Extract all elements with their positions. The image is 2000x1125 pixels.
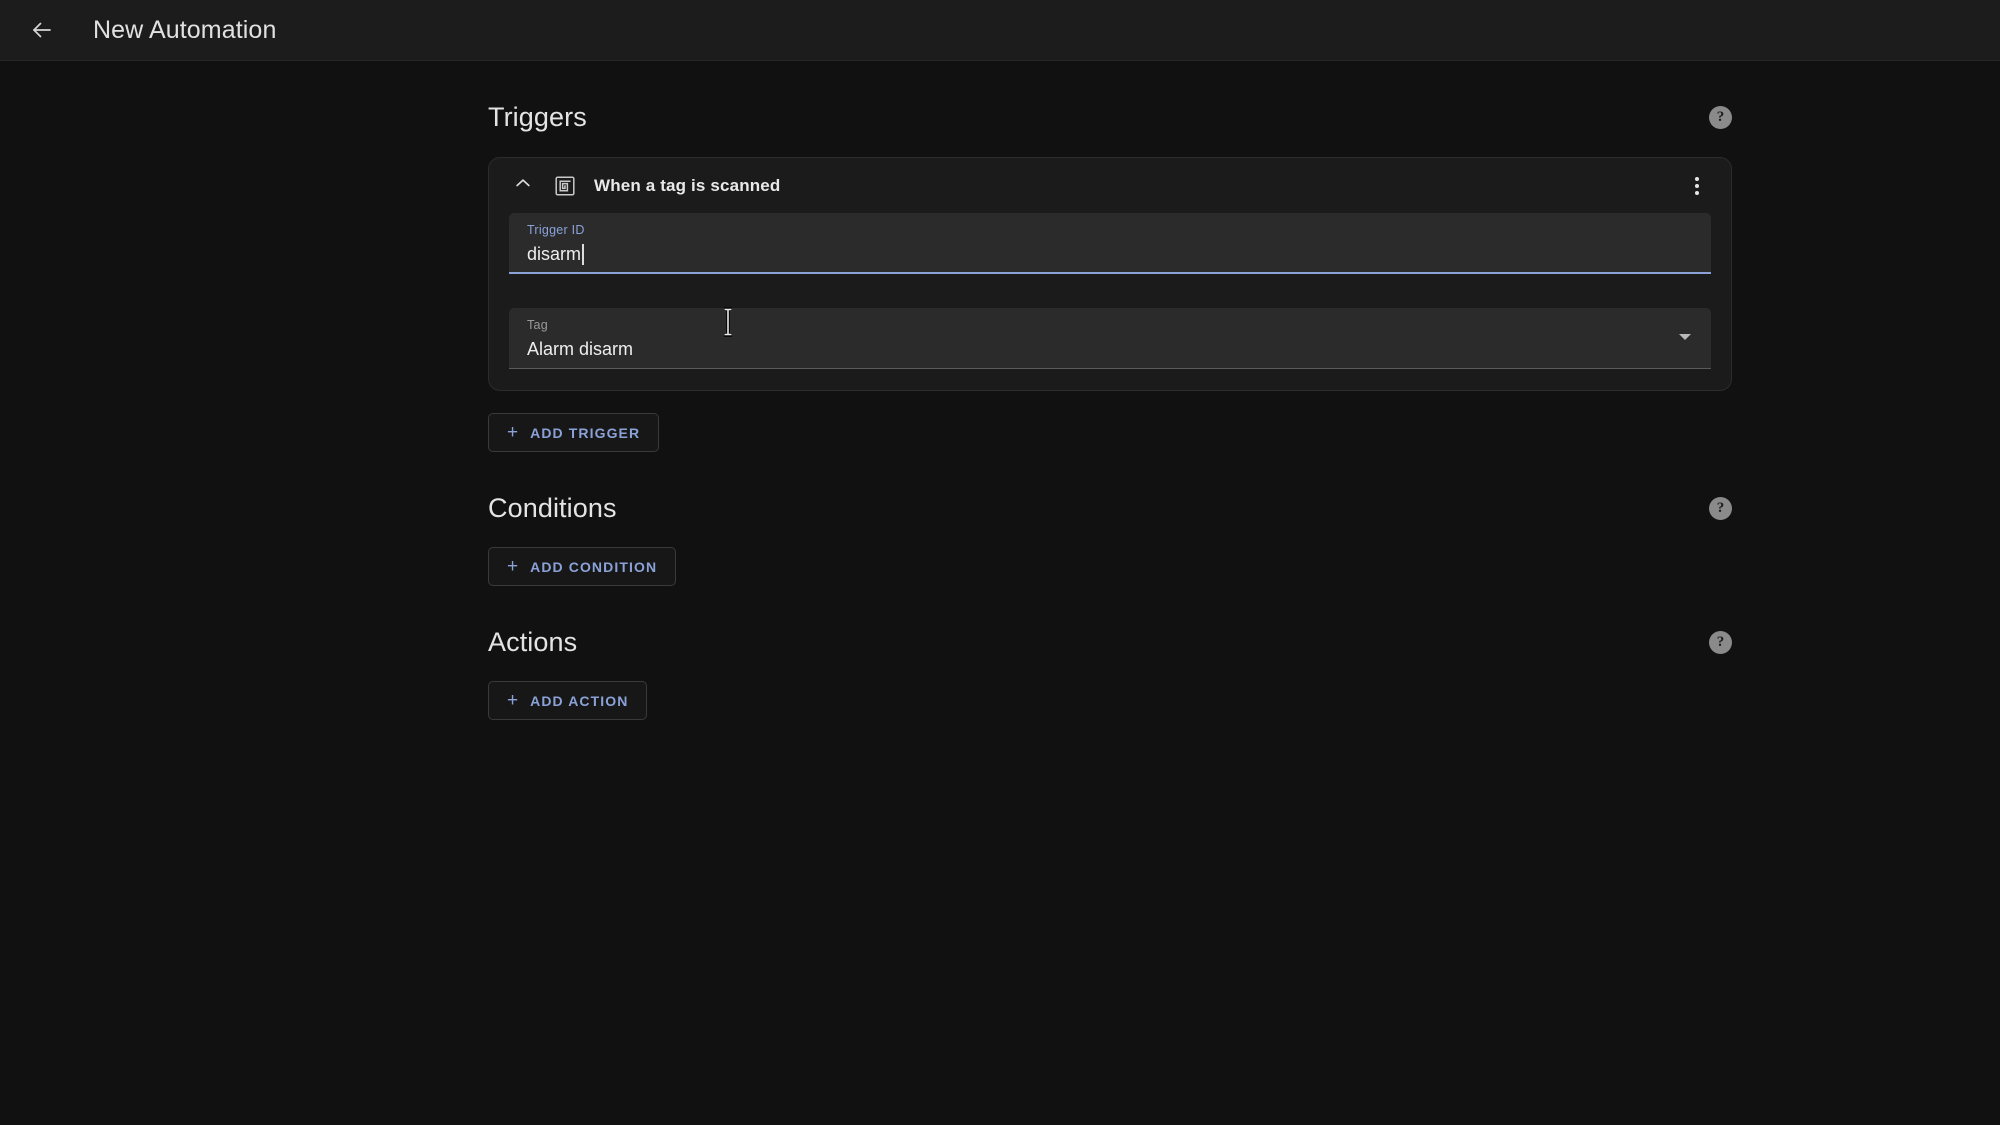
- tag-label: Tag: [527, 318, 548, 332]
- plus-icon: +: [507, 422, 519, 443]
- trigger-card-body: Trigger ID disarm Tag Alarm disarm: [489, 213, 1731, 369]
- trigger-card: When a tag is scanned Trigger ID disarm: [488, 157, 1732, 391]
- conditions-help-icon[interactable]: ?: [1709, 496, 1732, 520]
- conditions-section: Conditions ? + ADD CONDITION: [488, 487, 1732, 586]
- more-vertical-icon-dot: [1695, 183, 1699, 188]
- actions-help-icon[interactable]: ?: [1709, 630, 1732, 654]
- trigger-id-label: Trigger ID: [527, 223, 585, 237]
- back-button[interactable]: [18, 6, 66, 54]
- tag-field[interactable]: Tag Alarm disarm: [509, 308, 1711, 369]
- add-trigger-row: + ADD TRIGGER: [488, 413, 1732, 452]
- arrow-left-icon: [30, 18, 54, 42]
- conditions-title: Conditions: [488, 492, 617, 523]
- chevron-up-icon: [513, 173, 533, 198]
- add-action-button[interactable]: + ADD ACTION: [488, 681, 648, 720]
- chevron-down-icon[interactable]: [1679, 334, 1691, 340]
- add-condition-button[interactable]: + ADD CONDITION: [488, 547, 677, 586]
- triggers-title: Triggers: [488, 101, 587, 132]
- trigger-id-underline: [509, 272, 1711, 274]
- tag-value: Alarm disarm: [527, 339, 634, 359]
- tag-underline: [509, 368, 1711, 369]
- nfc-tag-icon: [552, 173, 578, 199]
- actions-title: Actions: [488, 626, 578, 657]
- app-bar: New Automation: [0, 0, 2000, 61]
- trigger-overflow-menu-button[interactable]: [1679, 168, 1715, 204]
- trigger-id-field[interactable]: Trigger ID disarm: [509, 213, 1711, 274]
- add-trigger-button[interactable]: + ADD TRIGGER: [488, 413, 660, 452]
- more-vertical-icon-dot: [1695, 176, 1699, 181]
- plus-icon: +: [507, 690, 519, 711]
- add-condition-row: + ADD CONDITION: [488, 547, 1732, 586]
- automation-editor: Triggers ? When a tag is scanned Trigger…: [0, 61, 2000, 1125]
- actions-section: Actions ? + ADD ACTION: [488, 621, 1732, 720]
- add-action-row: + ADD ACTION: [488, 681, 1732, 720]
- add-trigger-label: ADD TRIGGER: [530, 424, 641, 441]
- add-condition-label: ADD CONDITION: [530, 558, 658, 575]
- actions-section-header: Actions ?: [488, 621, 1732, 663]
- page-title: New Automation: [93, 15, 277, 44]
- plus-icon: +: [507, 556, 519, 577]
- trigger-collapse-button[interactable]: [506, 169, 540, 203]
- add-action-label: ADD ACTION: [530, 692, 629, 709]
- trigger-id-value: disarm: [527, 244, 582, 264]
- more-vertical-icon-dot: [1695, 190, 1699, 195]
- trigger-card-header[interactable]: When a tag is scanned: [489, 158, 1731, 213]
- triggers-section-header: Triggers ?: [488, 96, 1732, 138]
- editor-content: Triggers ? When a tag is scanned Trigger…: [488, 96, 1732, 720]
- trigger-card-title: When a tag is scanned: [594, 175, 781, 195]
- conditions-section-header: Conditions ?: [488, 487, 1732, 529]
- text-caret: [582, 243, 584, 265]
- triggers-help-icon[interactable]: ?: [1709, 105, 1732, 129]
- trigger-id-input[interactable]: disarm: [527, 242, 1693, 266]
